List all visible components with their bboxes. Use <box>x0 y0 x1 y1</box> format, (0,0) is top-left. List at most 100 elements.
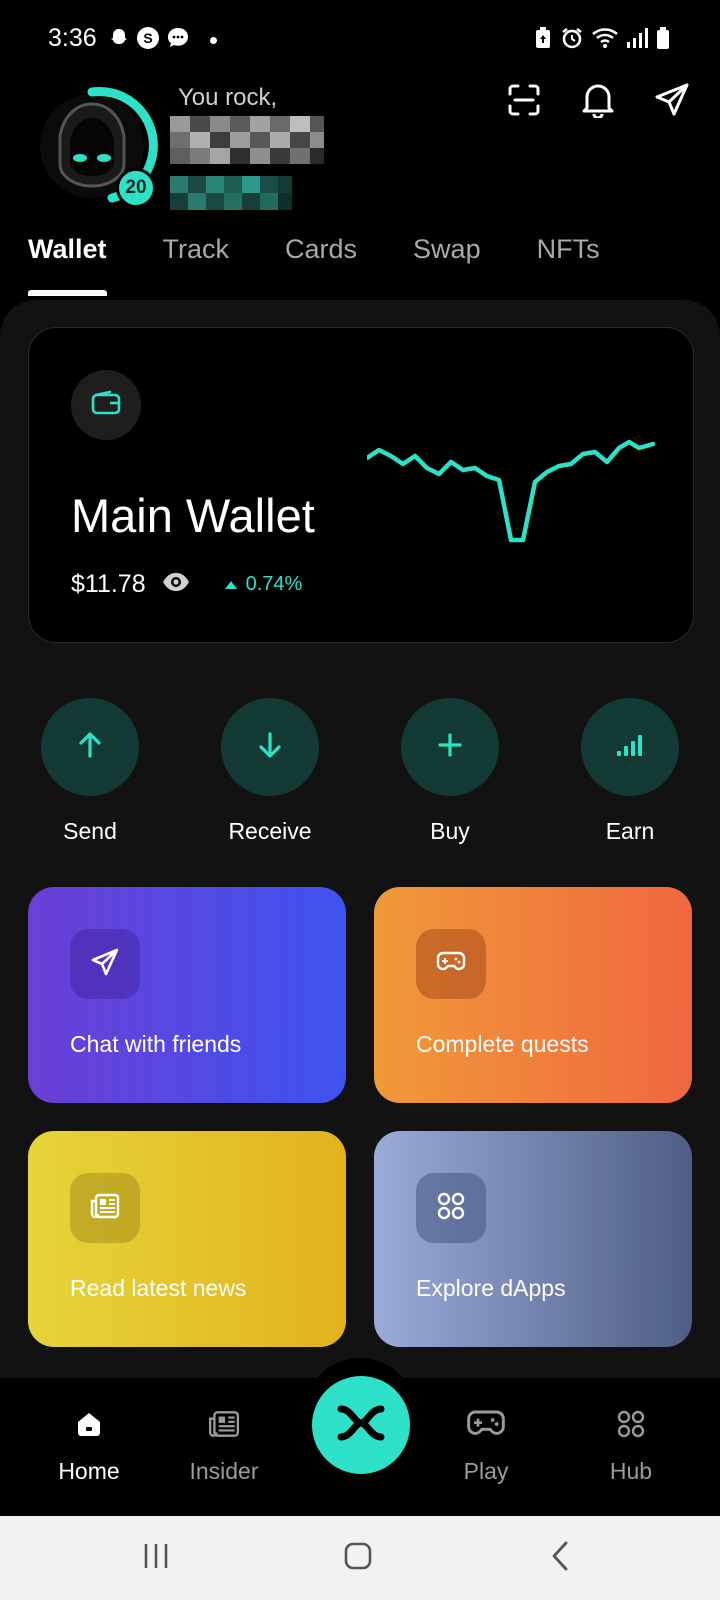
wallet-icon-container <box>71 370 141 440</box>
buy-action-circle <box>401 698 499 796</box>
status-time: 3:36 <box>48 24 97 52</box>
dapps-label: Explore dApps <box>416 1275 566 1301</box>
news-label: Read latest news <box>70 1275 247 1301</box>
app-s-icon: S <box>136 26 160 55</box>
earn-action-circle <box>581 698 679 796</box>
active-tab-indicator <box>28 290 107 296</box>
status-bar: 3:36 S <box>0 0 720 80</box>
battery-saver-icon <box>534 26 552 55</box>
bell-icon <box>581 82 615 123</box>
nav-hub-label: Hub <box>609 1458 653 1484</box>
chevron-left-icon <box>549 1540 571 1577</box>
tab-track-label: Track <box>162 234 230 264</box>
chat-icon-container <box>70 929 140 999</box>
buy-button[interactable]: Buy <box>390 698 510 845</box>
header-actions <box>504 82 692 122</box>
nav-home-label: Home <box>58 1458 120 1484</box>
tab-nfts-label: NFTs <box>536 234 600 264</box>
paper-plane-icon <box>654 82 690 123</box>
level-badge: 20 <box>116 168 156 208</box>
avatar[interactable]: 20 <box>30 76 160 210</box>
scan-icon <box>507 83 541 122</box>
svg-text:S: S <box>143 30 152 46</box>
buy-label: Buy <box>430 818 470 844</box>
wallet-title: Main Wallet <box>71 489 315 542</box>
system-icons <box>534 26 670 55</box>
center-action-button[interactable] <box>312 1376 410 1474</box>
eye-icon <box>162 572 190 597</box>
receive-action-circle <box>221 698 319 796</box>
chat-label: Chat with friends <box>70 1031 242 1057</box>
bars-icon <box>616 733 644 762</box>
home-square-icon <box>343 1541 373 1576</box>
quests-icon-container <box>416 929 486 999</box>
system-nav-bar <box>0 1516 720 1600</box>
signal-icon <box>626 27 648 54</box>
wallet-balance-row: $11.78 0.74% <box>71 570 302 599</box>
home-system-button[interactable] <box>338 1538 378 1578</box>
bottom-nav: Home Insider Play Hub <box>0 1358 720 1516</box>
tab-wallet[interactable]: Wallet <box>28 234 107 296</box>
receive-button[interactable]: Receive <box>210 698 330 845</box>
recents-icon <box>141 1542 171 1575</box>
send-action-circle <box>41 698 139 796</box>
nav-insider-label: Insider <box>189 1458 259 1484</box>
dapps-icon-container <box>416 1173 486 1243</box>
quick-actions: Send Receive Buy Earn <box>0 698 720 848</box>
caret-up-icon <box>224 573 238 596</box>
earn-button[interactable]: Earn <box>570 698 690 845</box>
notification-icons: S <box>108 26 217 55</box>
tab-wallet-label: Wallet <box>28 234 107 264</box>
tab-cards-label: Cards <box>285 234 358 264</box>
redacted-username <box>170 116 330 164</box>
wallet-icon <box>91 390 121 421</box>
nav-play-label: Play <box>463 1458 509 1484</box>
arrow-up-icon <box>77 731 103 764</box>
top-tabs: Wallet Track Cards Swap NFTs <box>28 234 656 296</box>
tab-track[interactable]: Track <box>163 234 230 294</box>
complete-quests-card[interactable]: Complete quests <box>374 887 692 1103</box>
read-latest-news-card[interactable]: Read latest news <box>28 1131 346 1347</box>
recent-apps-button[interactable] <box>136 1538 176 1578</box>
redacted-address <box>170 176 300 210</box>
tab-swap-label: Swap <box>413 234 481 264</box>
send-message-button[interactable] <box>652 82 692 122</box>
gamepad-icon <box>436 951 466 978</box>
gamepad-icon <box>466 1409 506 1444</box>
explore-dapps-card[interactable]: Explore dApps <box>374 1131 692 1347</box>
tab-nfts[interactable]: NFTs <box>537 234 600 294</box>
wallet-change: 0.74% <box>224 573 302 596</box>
home-icon <box>75 1410 103 1443</box>
nav-play[interactable]: Play <box>426 1406 546 1485</box>
quests-label: Complete quests <box>416 1031 589 1057</box>
send-button[interactable]: Send <box>30 698 150 845</box>
notifications-button[interactable] <box>578 82 618 122</box>
chat-bubble-icon <box>166 26 190 55</box>
more-notifications-dot <box>210 37 217 44</box>
nav-insider[interactable]: Insider <box>164 1406 284 1485</box>
newspaper-icon <box>90 1193 120 1224</box>
wifi-icon <box>592 27 618 54</box>
grid-circles-icon <box>436 1191 466 1226</box>
home-icon-container <box>29 1406 149 1446</box>
main-wallet-card[interactable]: Main Wallet $11.78 0.74% <box>28 327 694 643</box>
tab-cards[interactable]: Cards <box>285 234 357 294</box>
send-label: Send <box>63 818 117 844</box>
grid-circles-icon <box>616 1409 646 1444</box>
tab-swap[interactable]: Swap <box>413 234 481 294</box>
arrow-down-icon <box>257 731 283 764</box>
snapchat-icon <box>108 27 130 54</box>
back-button[interactable] <box>540 1538 580 1578</box>
alarm-icon <box>560 26 584 55</box>
plus-icon <box>437 732 463 763</box>
earn-label: Earn <box>605 818 655 844</box>
play-icon-container <box>426 1406 546 1446</box>
scan-button[interactable] <box>504 82 544 122</box>
nav-home[interactable]: Home <box>29 1406 149 1485</box>
nav-hub[interactable]: Hub <box>571 1406 691 1485</box>
paper-plane-icon <box>91 948 119 981</box>
hub-icon-container <box>571 1406 691 1446</box>
balance-sparkline <box>367 439 656 543</box>
toggle-balance-visibility-button[interactable] <box>162 573 192 597</box>
chat-with-friends-card[interactable]: Chat with friends <box>28 887 346 1103</box>
